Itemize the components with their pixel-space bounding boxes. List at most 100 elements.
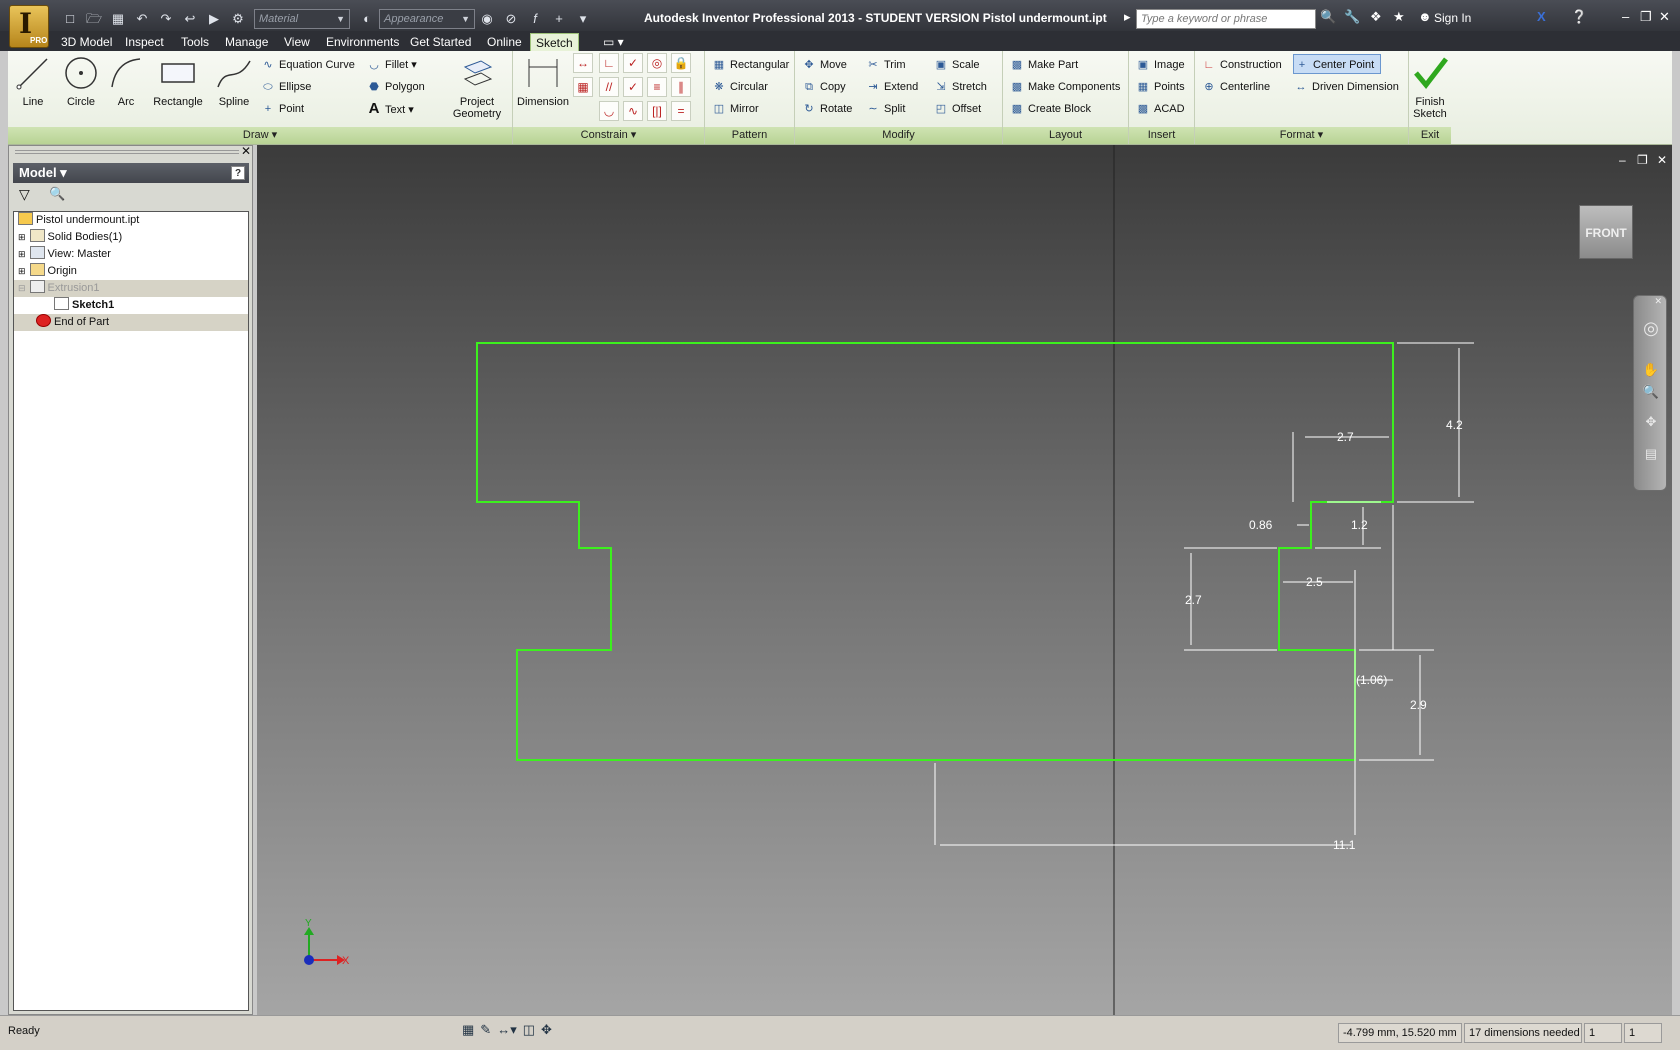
filter-icon[interactable]: ▽ [19, 186, 30, 203]
function-icon[interactable]: f [526, 11, 544, 27]
line-button[interactable]: Line [12, 55, 54, 108]
fillet-button[interactable]: ◡ Fillet ▾ [366, 55, 417, 75]
construction-button[interactable]: ∟ Construction [1201, 55, 1282, 75]
expand-icon[interactable]: ⊞ [18, 266, 26, 276]
dim-2-7-top[interactable]: 2.7 [1337, 430, 1354, 444]
tree-node-sketch[interactable]: Sketch1 [54, 297, 115, 314]
tab-3d-model[interactable]: 3D Model [56, 33, 117, 51]
equal-icon[interactable]: = [671, 101, 691, 121]
tree-node-solid-bodies[interactable]: ⊞ Solid Bodies(1) [18, 229, 122, 246]
look-at-icon[interactable]: ▤ [1642, 446, 1660, 464]
tree-node-origin[interactable]: ⊞ Origin [18, 263, 77, 280]
undo-icon[interactable]: ↶ [133, 11, 151, 27]
horizontal-icon[interactable]: ≡ [647, 77, 667, 97]
tab-get-started[interactable]: Get Started [405, 33, 476, 51]
collapse-icon[interactable]: ⊟ [18, 283, 26, 293]
dim-1-06[interactable]: (1.06) [1356, 673, 1387, 687]
star-icon[interactable]: ★ [1393, 9, 1405, 25]
tree-node-part[interactable]: Pistol undermount.ipt [18, 212, 139, 229]
constrain-panel-title[interactable]: Constrain ▾ [513, 127, 704, 144]
tree-node-extrusion[interactable]: ⊟ Extrusion1 [18, 280, 100, 297]
mirror-button[interactable]: ◫ Mirror [711, 99, 759, 119]
open-icon[interactable]: 🗁 [85, 11, 103, 27]
appearance-combo[interactable]: Appearance ▼ [379, 9, 475, 29]
select-icon[interactable]: ▶ [205, 11, 223, 27]
browser-header[interactable]: Model ▾ ? [13, 163, 249, 183]
wrench-icon[interactable]: 🔧 [1344, 9, 1360, 25]
extend-button[interactable]: ⇥ Extend [865, 77, 918, 97]
orbit-icon[interactable]: ✥ [1642, 414, 1660, 432]
binoculars-icon[interactable]: 🔍 [1320, 9, 1336, 25]
tab-extra-icon[interactable]: ▭ ▾ [598, 33, 629, 51]
polygon-button[interactable]: ⬣ Polygon [366, 77, 425, 97]
circle-button[interactable]: Circle [58, 55, 104, 108]
ellipse-button[interactable]: ⬭ Ellipse [260, 77, 311, 97]
vertical-icon[interactable]: ∥ [671, 77, 691, 97]
draw-panel-title[interactable]: Draw ▾ [8, 127, 512, 144]
close-icon[interactable]: ✕ [1659, 9, 1670, 25]
material-combo[interactable]: Material ▼ [254, 9, 350, 29]
concentric-icon[interactable]: ◎ [647, 53, 667, 73]
collinear-icon[interactable]: ✓ [623, 53, 643, 73]
viewcube[interactable]: FRONT [1579, 205, 1633, 259]
update-icon[interactable]: ⚙ [229, 11, 247, 27]
pan-icon[interactable]: ✋ [1642, 362, 1660, 380]
tab-view[interactable]: View [279, 33, 315, 51]
tab-inspect[interactable]: Inspect [120, 33, 169, 51]
driven-dimension-button[interactable]: ↔ Driven Dimension [1293, 77, 1399, 97]
clear-appearance-icon[interactable]: ⊘ [502, 11, 520, 27]
plus-icon[interactable]: + [550, 11, 568, 27]
tree-node-view-master[interactable]: ⊞ View: Master [18, 246, 111, 263]
auto-dimension-icon[interactable]: ↔ [573, 53, 593, 73]
symmetric-icon[interactable]: [|] [647, 101, 667, 121]
graphics-window[interactable]: – ❐ ✕ 4.2 2.7 1.2 0.86 2.7 2.5 (1.06) 2.… [257, 145, 1672, 1015]
help-icon[interactable]: ? [231, 166, 245, 180]
image-button[interactable]: ▣ Image [1135, 55, 1185, 75]
make-part-button[interactable]: ▩ Make Part [1009, 55, 1078, 75]
arc-button[interactable]: Arc [104, 55, 148, 108]
move-button[interactable]: ✥ Move [801, 55, 847, 75]
smooth-icon[interactable]: ∿ [623, 101, 643, 121]
tab-online[interactable]: Online [482, 33, 527, 51]
dim-1-2[interactable]: 1.2 [1351, 518, 1368, 532]
return-icon[interactable]: ↩ [181, 11, 199, 27]
finish-sketch-button[interactable]: Finish Sketch [1409, 55, 1451, 120]
rotate-button[interactable]: ↻ Rotate [801, 99, 852, 119]
copy-button[interactable]: ⧉ Copy [801, 77, 846, 97]
offset-button[interactable]: ◰ Offset [933, 99, 981, 119]
center-point-button[interactable]: + Center Point [1293, 54, 1382, 74]
chevron-down-icon[interactable]: ▾ [574, 11, 592, 27]
snap-icon[interactable]: ✥ [541, 1022, 552, 1044]
coincident-icon[interactable]: ∟ [599, 53, 619, 73]
tab-sketch[interactable]: Sketch [530, 33, 579, 51]
zoom-icon[interactable]: 🔍 [1642, 384, 1660, 402]
constraint-display-icon[interactable]: ✎ [480, 1022, 491, 1044]
acad-button[interactable]: ▩ ACAD [1135, 99, 1185, 119]
circular-pattern-button[interactable]: ❋ Circular [711, 77, 768, 97]
tab-environments[interactable]: Environments [321, 33, 404, 51]
expand-arrow-icon[interactable]: ▸ [1124, 9, 1131, 25]
expand-icon[interactable]: ⊞ [18, 249, 26, 259]
restore-icon[interactable]: ❐ [1640, 9, 1652, 25]
dimension-button[interactable]: Dimension [517, 55, 569, 108]
fix-icon[interactable]: 🔒 [671, 53, 691, 73]
split-button[interactable]: ∼ Split [865, 99, 905, 119]
exchange-icon[interactable]: X [1537, 9, 1546, 24]
dimension-display-icon[interactable]: ↔▾ [497, 1022, 517, 1044]
point-button[interactable]: + Point [260, 99, 304, 119]
redo-icon[interactable]: ↷ [157, 11, 175, 27]
steering-wheel-icon[interactable]: ◎ [1642, 318, 1660, 338]
perpendicular-icon[interactable]: ✓ [623, 77, 643, 97]
dim-2-9[interactable]: 2.9 [1410, 698, 1427, 712]
points-button[interactable]: ▦ Points [1135, 77, 1185, 97]
color-wheel-icon[interactable]: ◐ [358, 11, 376, 27]
equation-curve-button[interactable]: ∿ Equation Curve [260, 55, 354, 75]
close-icon[interactable]: ✕ [1654, 296, 1662, 307]
show-constraints-icon[interactable]: ▦ [573, 77, 593, 97]
save-icon[interactable]: ▦ [109, 11, 127, 27]
centerline-button[interactable]: ⊕ Centerline [1201, 77, 1270, 97]
application-menu-button[interactable]: I PRO [9, 5, 49, 48]
close-icon[interactable]: ✕ [241, 144, 251, 158]
appearance-adjust-icon[interactable]: ◉ [478, 11, 496, 27]
stretch-button[interactable]: ⇲ Stretch [933, 77, 986, 97]
